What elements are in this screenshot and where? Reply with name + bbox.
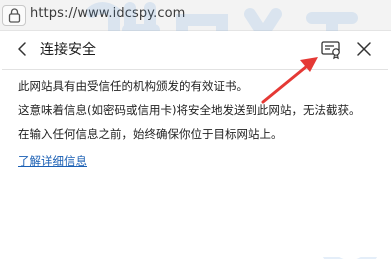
connection-security-panel: 连接安全 此网站具有由受信任的机构颁发的有效证书。 这意味着信息(如密码或信用卡… [2, 31, 388, 257]
panel-content: 此网站具有由受信任的机构颁发的有效证书。 这意味着信息(如密码或信用卡)将安全地… [18, 78, 383, 169]
verify-site-text: 在输入任何信息之前，始终确保你位于目标网站上。 [18, 127, 283, 141]
learn-more-link[interactable]: 了解详细信息 [18, 153, 87, 169]
chevron-left-icon [18, 42, 26, 56]
close-icon [357, 42, 371, 56]
site-info-button[interactable] [2, 5, 26, 26]
header-divider [2, 69, 388, 70]
panel-header: 连接安全 [2, 31, 388, 67]
url-text[interactable]: https://www.idcspy.com [30, 6, 185, 21]
panel-title: 连接安全 [40, 42, 96, 58]
back-button[interactable] [12, 38, 34, 60]
secure-transfer-text: 这意味着信息(如密码或信用卡)将安全地发送到此网站，无法截获。 [18, 103, 361, 117]
view-certificate-button[interactable] [318, 36, 344, 62]
certificate-icon [321, 41, 340, 60]
lock-icon [8, 8, 21, 23]
address-bar[interactable]: https://www.idcspy.com [0, 0, 391, 31]
close-button[interactable] [353, 38, 375, 60]
certificate-valid-text: 此网站具有由受信任的机构颁发的有效证书。 [18, 79, 248, 93]
